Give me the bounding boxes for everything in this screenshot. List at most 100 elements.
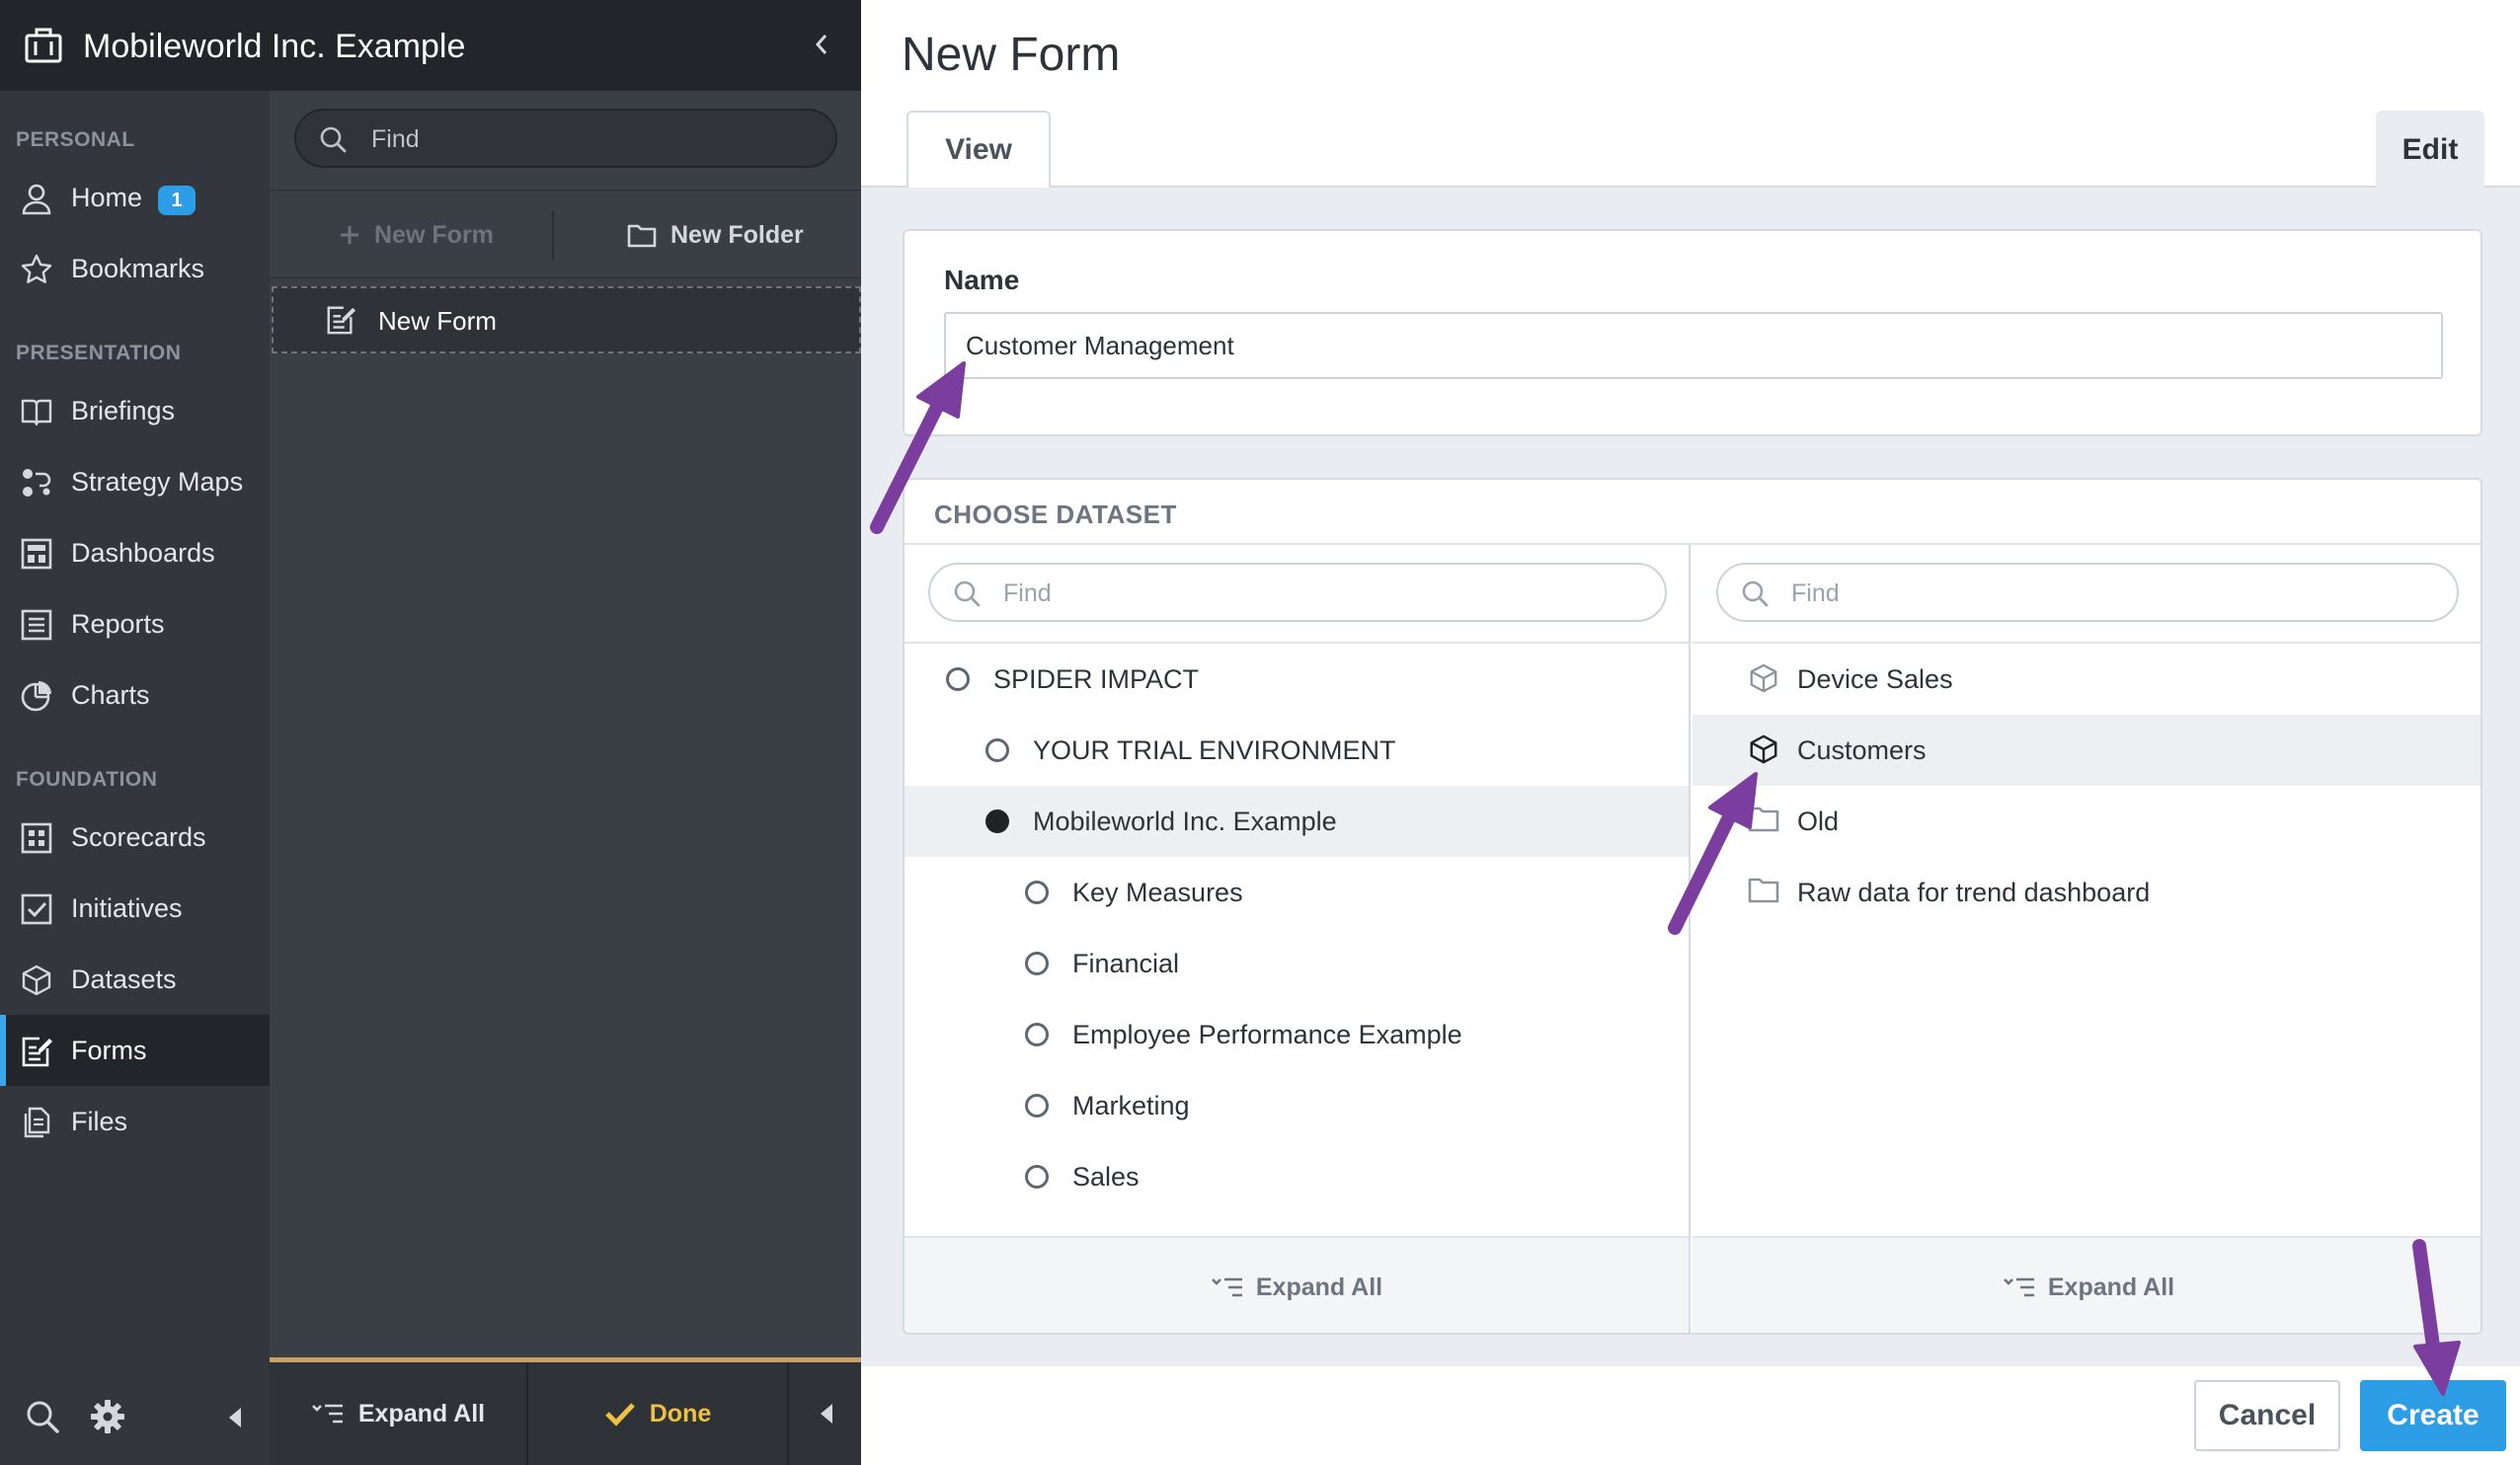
radio-button-selected[interactable]: [985, 810, 1009, 833]
nav-item-dashboards[interactable]: Dashboards: [0, 517, 270, 588]
tab-view[interactable]: View: [906, 111, 1051, 188]
tree-row-label: Employee Performance Example: [1072, 1020, 1462, 1049]
nav-item-strategy-maps[interactable]: Strategy Maps: [0, 446, 270, 517]
cancel-button[interactable]: Cancel: [2194, 1380, 2340, 1451]
expand-all-right-button[interactable]: Expand All: [1693, 1236, 2481, 1333]
search-icon: [318, 124, 348, 154]
new-folder-button[interactable]: New Folder: [627, 191, 804, 279]
tree-search-placeholder: Find: [371, 125, 420, 153]
expand-all-left-button[interactable]: Expand All: [905, 1236, 1689, 1333]
radio-button[interactable]: [946, 667, 970, 691]
nav-footer: [0, 1376, 270, 1465]
folder-icon: [1748, 804, 1779, 833]
done-button[interactable]: Done: [528, 1362, 787, 1465]
chevron-left-icon[interactable]: [810, 30, 833, 59]
organization-icon: [24, 26, 63, 65]
dataset-row-old[interactable]: Old: [1693, 786, 2481, 857]
create-button[interactable]: Create: [2360, 1380, 2506, 1451]
dataset-row-label: Old: [1797, 807, 1840, 836]
tree-row-financial[interactable]: Financial: [905, 928, 1689, 999]
checkbox-icon: [20, 892, 53, 926]
new-form-button[interactable]: New Form: [339, 191, 494, 279]
org-header: Mobileworld Inc. Example: [0, 0, 861, 91]
tree-row-spider-impact[interactable]: SPIDER IMPACT: [905, 644, 1689, 715]
nav-item-initiatives[interactable]: Initiatives: [0, 873, 270, 944]
dataset-row-customers[interactable]: Customers: [1693, 715, 2481, 786]
collapse-nav-icon[interactable]: [225, 1406, 245, 1429]
tree-row-marketing[interactable]: Marketing: [905, 1070, 1689, 1141]
nav-label-briefings: Briefings: [71, 396, 176, 425]
radio-button[interactable]: [1025, 1023, 1049, 1046]
dataset-list-column: Find Device Sales Customers Old Raw data…: [1693, 545, 2481, 1333]
star-icon: [20, 253, 53, 286]
nav-item-scorecards[interactable]: Scorecards: [0, 802, 270, 873]
pie-chart-icon: [20, 679, 53, 713]
search-icon: [952, 578, 982, 608]
nav-item-reports[interactable]: Reports: [0, 588, 270, 659]
nav-item-briefings[interactable]: Briefings: [0, 375, 270, 446]
page-title: New Form: [902, 29, 1121, 81]
tree-row-label: YOUR TRIAL ENVIRONMENT: [1033, 735, 1396, 765]
tab-edit[interactable]: Edit: [2376, 111, 2484, 188]
tree-footer: Expand All Done: [270, 1357, 861, 1465]
strategy-map-icon: [20, 466, 53, 500]
dialog-footer: Cancel Create: [861, 1366, 2520, 1465]
organization-title[interactable]: Mobileworld Inc. Example: [83, 26, 465, 67]
search-icon[interactable]: [24, 1398, 61, 1435]
section-label-foundation: FOUNDATION: [16, 768, 158, 791]
plus-icon: [339, 224, 360, 246]
expand-all-button[interactable]: Expand All: [270, 1362, 526, 1465]
tree-row-trial-environment[interactable]: YOUR TRIAL ENVIRONMENT: [905, 715, 1689, 786]
organization-tree-column: Find SPIDER IMPACT YOUR TRIAL ENVIRONMEN…: [905, 545, 1691, 1333]
radio-button[interactable]: [1025, 1094, 1049, 1118]
organization-search-field[interactable]: Find: [928, 563, 1667, 622]
expand-all-label: Expand All: [2047, 1272, 2175, 1301]
main-nav: PERSONAL Home 1 Bookmarks PRESENTATION B…: [0, 0, 270, 1465]
choose-dataset-heading: CHOOSE DATASET: [934, 500, 1177, 529]
radio-button[interactable]: [1025, 881, 1049, 904]
nav-label-bookmarks: Bookmarks: [71, 254, 205, 283]
name-label: Name: [944, 265, 1020, 295]
book-icon: [20, 395, 53, 428]
search-icon: [1740, 578, 1770, 608]
tree-row-employee-performance[interactable]: Employee Performance Example: [905, 999, 1689, 1070]
main-content: New Form View Edit Name CHOOSE DATASET F…: [861, 0, 2520, 1465]
tree-row-sales[interactable]: Sales: [905, 1141, 1689, 1212]
tree-row-label: Financial: [1072, 949, 1180, 978]
tree-row-key-measures[interactable]: Key Measures: [905, 857, 1689, 928]
collapse-panel-icon[interactable]: [817, 1402, 836, 1426]
dataset-row-device-sales[interactable]: Device Sales: [1693, 644, 2481, 715]
tree-action-bar: New Form New Folder: [270, 190, 861, 278]
dataset-search-placeholder: Find: [1791, 579, 1840, 607]
nav-item-files[interactable]: Files: [0, 1086, 270, 1157]
divider: [787, 1362, 789, 1465]
dataset-row-label: Customers: [1797, 735, 1927, 765]
nav-label-dashboards: Dashboards: [71, 538, 215, 568]
nav-item-datasets[interactable]: Datasets: [0, 944, 270, 1015]
tree-row-label: Marketing: [1072, 1091, 1190, 1120]
tree-row-label: SPIDER IMPACT: [993, 664, 1200, 694]
dataset-row-raw-data[interactable]: Raw data for trend dashboard: [1693, 857, 2481, 928]
nav-label-initiatives: Initiatives: [71, 893, 183, 923]
scorecard-icon: [20, 821, 53, 855]
tree-search-field[interactable]: Find: [294, 109, 837, 168]
nav-label-files: Files: [71, 1107, 128, 1136]
tree-item-new-form[interactable]: New Form: [272, 286, 861, 353]
radio-button[interactable]: [1025, 1165, 1049, 1189]
checkmark-icon: [604, 1401, 636, 1426]
radio-button[interactable]: [985, 738, 1009, 762]
nav-item-forms[interactable]: Forms: [0, 1015, 270, 1086]
tree-row-mobileworld[interactable]: Mobileworld Inc. Example: [905, 786, 1689, 857]
gear-icon[interactable]: [89, 1398, 126, 1435]
dataset-search-field[interactable]: Find: [1716, 563, 2459, 622]
done-label: Done: [649, 1399, 712, 1427]
folder-icon: [1748, 875, 1779, 904]
nav-item-bookmarks[interactable]: Bookmarks: [0, 233, 270, 304]
name-input[interactable]: [944, 312, 2443, 379]
radio-button[interactable]: [1025, 952, 1049, 975]
nav-label-charts: Charts: [71, 680, 150, 710]
nav-item-home[interactable]: Home 1: [0, 162, 270, 233]
nav-label-scorecards: Scorecards: [71, 822, 206, 852]
divider: [552, 210, 554, 260]
nav-item-charts[interactable]: Charts: [0, 659, 270, 731]
